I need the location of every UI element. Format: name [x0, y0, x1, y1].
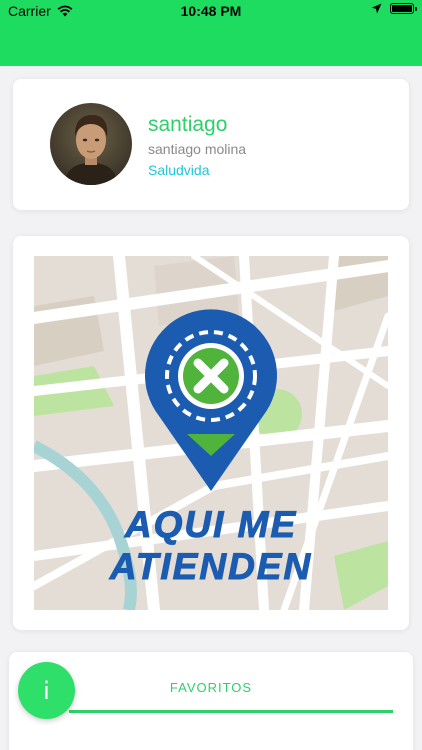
avatar[interactable] [50, 103, 132, 185]
logo-card: AQUI ME ATIENDEN [13, 236, 409, 630]
status-bar: Carrier 10:48 PM [0, 0, 422, 22]
location-arrow-icon [371, 3, 382, 14]
brand-logo-text: AQUI ME ATIENDEN [109, 504, 313, 588]
profile-organization: Saludvida [148, 162, 210, 178]
info-icon: i [43, 676, 50, 705]
nav-bar [0, 22, 422, 66]
profile-card[interactable]: santiago santiago molina Saludvida [13, 79, 409, 210]
profile-full-name: santiago molina [148, 141, 247, 157]
tab-underline [69, 710, 393, 713]
battery-icon [390, 3, 417, 14]
status-time: 10:48 PM [180, 3, 242, 19]
profile-username: santiago [148, 113, 228, 136]
info-button[interactable]: i [18, 662, 75, 719]
status-right [371, 3, 417, 14]
map-illustration: AQUI ME ATIENDEN [34, 256, 388, 610]
